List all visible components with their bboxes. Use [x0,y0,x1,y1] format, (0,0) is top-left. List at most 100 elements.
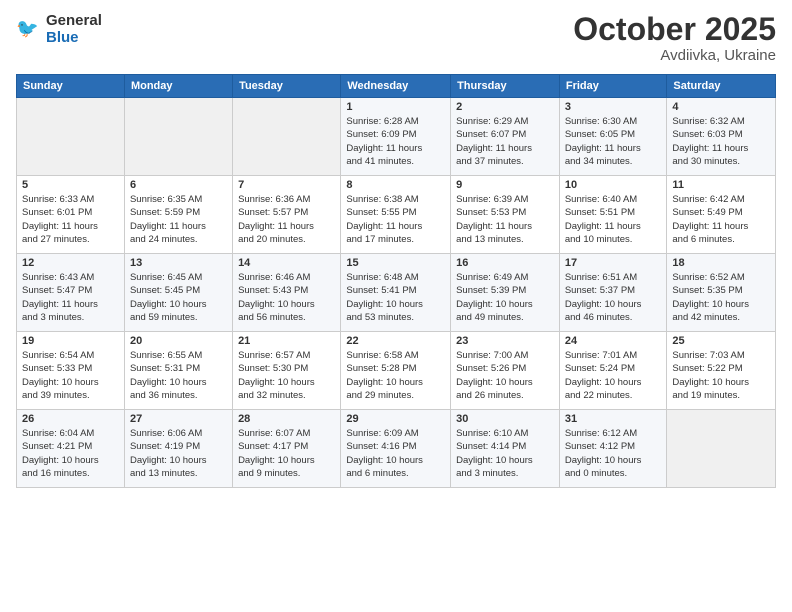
day-number: 20 [130,335,227,347]
day-number: 11 [672,179,770,191]
day-info: Sunrise: 6:09 AM Sunset: 4:16 PM Dayligh… [346,427,445,480]
day-info: Sunrise: 6:43 AM Sunset: 5:47 PM Dayligh… [22,271,119,324]
calendar-cell [667,410,776,488]
calendar-week-row: 12Sunrise: 6:43 AM Sunset: 5:47 PM Dayli… [17,254,776,332]
calendar-header-row: Sunday Monday Tuesday Wednesday Thursday… [17,75,776,98]
header-saturday: Saturday [667,75,776,98]
day-number: 8 [346,179,445,191]
day-number: 23 [456,335,554,347]
day-info: Sunrise: 6:04 AM Sunset: 4:21 PM Dayligh… [22,427,119,480]
header-friday: Friday [559,75,667,98]
day-info: Sunrise: 7:01 AM Sunset: 5:24 PM Dayligh… [565,349,662,402]
day-number: 17 [565,257,662,269]
header-wednesday: Wednesday [341,75,451,98]
day-info: Sunrise: 6:58 AM Sunset: 5:28 PM Dayligh… [346,349,445,402]
day-info: Sunrise: 6:57 AM Sunset: 5:30 PM Dayligh… [238,349,335,402]
calendar-cell: 31 Sunrise: 6:12 AM Sunset: 4:12 PM Dayli… [559,410,667,488]
day-info: Sunrise: 6:07 AM Sunset: 4:17 PM Dayligh… [238,427,335,480]
header-thursday: Thursday [451,75,560,98]
day-info: Sunrise: 6:40 AM Sunset: 5:51 PM Dayligh… [565,193,662,246]
day-info: Sunrise: 6:36 AM Sunset: 5:57 PM Dayligh… [238,193,335,246]
day-number: 28 [238,413,335,425]
calendar-cell: 15 Sunrise: 6:48 AM Sunset: 5:41 PM Dayli… [341,254,451,332]
day-number: 10 [565,179,662,191]
calendar-cell: 8 Sunrise: 6:38 AM Sunset: 5:55 PM Daylig… [341,176,451,254]
day-info: Sunrise: 6:39 AM Sunset: 5:53 PM Dayligh… [456,193,554,246]
day-info: Sunrise: 6:28 AM Sunset: 6:09 PM Dayligh… [346,115,445,168]
day-number: 5 [22,179,119,191]
header-monday: Monday [124,75,232,98]
calendar-cell: 2Sunrise: 6:29 AM Sunset: 6:07 PM Daylig… [451,98,560,176]
day-info: Sunrise: 6:06 AM Sunset: 4:19 PM Dayligh… [130,427,227,480]
logo-icon: 🐦 [16,15,44,43]
day-info: Sunrise: 6:51 AM Sunset: 5:37 PM Dayligh… [565,271,662,324]
day-info: Sunrise: 6:35 AM Sunset: 5:59 PM Dayligh… [130,193,227,246]
day-number: 7 [238,179,335,191]
day-number: 27 [130,413,227,425]
calendar-cell: 25 Sunrise: 7:03 AM Sunset: 5:22 PM Dayli… [667,332,776,410]
day-info: Sunrise: 6:45 AM Sunset: 5:45 PM Dayligh… [130,271,227,324]
day-number: 2 [456,101,554,113]
day-number: 31 [565,413,662,425]
calendar-cell: 9Sunrise: 6:39 AM Sunset: 5:53 PM Daylig… [451,176,560,254]
svg-text:🐦: 🐦 [16,19,39,39]
calendar-table: Sunday Monday Tuesday Wednesday Thursday… [16,74,776,488]
calendar-cell: 28 Sunrise: 6:07 AM Sunset: 4:17 PM Dayli… [233,410,341,488]
day-info: Sunrise: 6:55 AM Sunset: 5:31 PM Dayligh… [130,349,227,402]
day-number: 14 [238,257,335,269]
calendar-cell: 23 Sunrise: 7:00 AM Sunset: 5:26 PM Dayli… [451,332,560,410]
day-info: Sunrise: 6:48 AM Sunset: 5:41 PM Dayligh… [346,271,445,324]
calendar-cell: 17 Sunrise: 6:51 AM Sunset: 5:37 PM Dayli… [559,254,667,332]
day-info: Sunrise: 7:03 AM Sunset: 5:22 PM Dayligh… [672,349,770,402]
calendar-cell: 29Sunrise: 6:09 AM Sunset: 4:16 PM Dayli… [341,410,451,488]
header-sunday: Sunday [17,75,125,98]
day-number: 18 [672,257,770,269]
calendar-cell: 1 Sunrise: 6:28 AM Sunset: 6:09 PM Daylig… [341,98,451,176]
calendar-cell: 7 Sunrise: 6:36 AM Sunset: 5:57 PM Daylig… [233,176,341,254]
day-number: 25 [672,335,770,347]
day-info: Sunrise: 6:30 AM Sunset: 6:05 PM Dayligh… [565,115,662,168]
header-tuesday: Tuesday [233,75,341,98]
day-info: Sunrise: 6:46 AM Sunset: 5:43 PM Dayligh… [238,271,335,324]
location-subtitle: Avdiivka, Ukraine [573,47,776,64]
day-number: 26 [22,413,119,425]
calendar-week-row: 1 Sunrise: 6:28 AM Sunset: 6:09 PM Daylig… [17,98,776,176]
calendar-cell: 10 Sunrise: 6:40 AM Sunset: 5:51 PM Dayli… [559,176,667,254]
day-info: Sunrise: 6:38 AM Sunset: 5:55 PM Dayligh… [346,193,445,246]
calendar-cell: 30 Sunrise: 6:10 AM Sunset: 4:14 PM Dayli… [451,410,560,488]
day-number: 19 [22,335,119,347]
month-title: October 2025 [573,12,776,47]
title-block: October 2025 Avdiivka, Ukraine [573,12,776,64]
day-number: 1 [346,101,445,113]
calendar-cell [124,98,232,176]
day-info: Sunrise: 7:00 AM Sunset: 5:26 PM Dayligh… [456,349,554,402]
calendar-cell: 20 Sunrise: 6:55 AM Sunset: 5:31 PM Dayli… [124,332,232,410]
calendar-cell [233,98,341,176]
calendar-cell: 26 Sunrise: 6:04 AM Sunset: 4:21 PM Dayli… [17,410,125,488]
calendar-cell: 18 Sunrise: 6:52 AM Sunset: 5:35 PM Dayli… [667,254,776,332]
day-number: 6 [130,179,227,191]
day-number: 4 [672,101,770,113]
calendar-cell: 27 Sunrise: 6:06 AM Sunset: 4:19 PM Dayli… [124,410,232,488]
day-number: 22 [346,335,445,347]
day-info: Sunrise: 6:52 AM Sunset: 5:35 PM Dayligh… [672,271,770,324]
day-number: 13 [130,257,227,269]
header: 🐦 General Blue October 2025 Avdiivka, Uk… [16,12,776,64]
logo-text: General Blue [46,12,102,46]
day-number: 3 [565,101,662,113]
day-number: 15 [346,257,445,269]
calendar-cell: 11 Sunrise: 6:42 AM Sunset: 5:49 PM Dayli… [667,176,776,254]
calendar-cell [17,98,125,176]
day-info: Sunrise: 6:12 AM Sunset: 4:12 PM Dayligh… [565,427,662,480]
day-number: 21 [238,335,335,347]
day-number: 30 [456,413,554,425]
calendar-cell: 3 Sunrise: 6:30 AM Sunset: 6:05 PM Daylig… [559,98,667,176]
day-info: Sunrise: 6:32 AM Sunset: 6:03 PM Dayligh… [672,115,770,168]
day-info: Sunrise: 6:42 AM Sunset: 5:49 PM Dayligh… [672,193,770,246]
day-info: Sunrise: 6:10 AM Sunset: 4:14 PM Dayligh… [456,427,554,480]
calendar-week-row: 5Sunrise: 6:33 AM Sunset: 6:01 PM Daylig… [17,176,776,254]
day-info: Sunrise: 6:49 AM Sunset: 5:39 PM Dayligh… [456,271,554,324]
page-container: 🐦 General Blue October 2025 Avdiivka, Uk… [0,0,792,612]
calendar-week-row: 19Sunrise: 6:54 AM Sunset: 5:33 PM Dayli… [17,332,776,410]
calendar-cell: 22 Sunrise: 6:58 AM Sunset: 5:28 PM Dayli… [341,332,451,410]
